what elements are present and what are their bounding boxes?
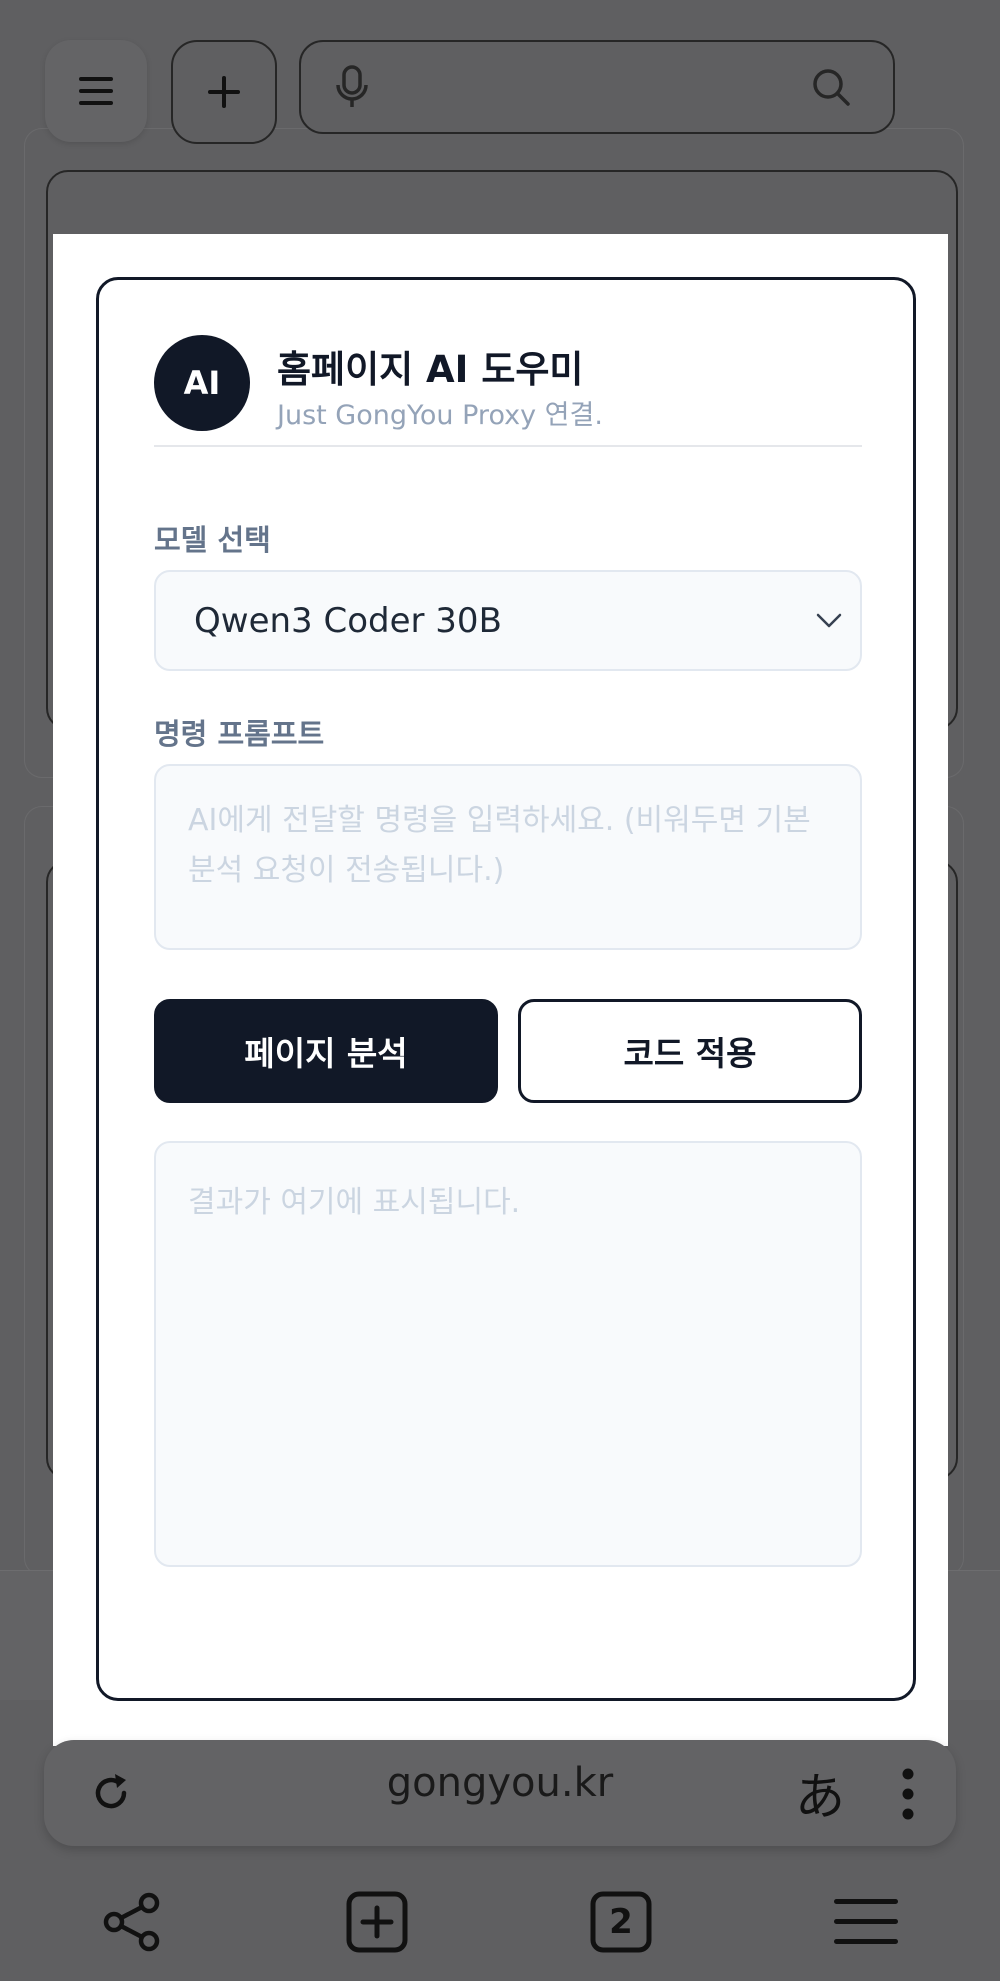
prompt-input[interactable]: AI에게 전달할 명령을 입력하세요. (비워두면 기본 분석 요청이 전송됩니… <box>154 764 862 950</box>
reload-icon <box>95 1774 127 1809</box>
tab-count: 2 <box>609 1902 633 1942</box>
chevron-down-icon <box>816 613 842 627</box>
prompt-label: 명령 프롬프트 <box>154 717 325 751</box>
new-tab-button[interactable] <box>327 1880 427 1964</box>
page-menu-button <box>45 40 147 142</box>
page-add-button <box>171 40 277 144</box>
apply-code-button[interactable]: 코드 적용 <box>518 999 862 1103</box>
tab-switcher-button[interactable]: 2 <box>571 1880 671 1964</box>
page-search-bar <box>299 40 895 134</box>
share-icon <box>103 1892 160 1952</box>
modal-subtitle: Just GongYou Proxy 연결. <box>277 400 603 431</box>
share-button[interactable] <box>82 1880 182 1964</box>
result-output: 결과가 여기에 표시됩니다. <box>154 1141 862 1567</box>
browser-bottom-nav: 2 <box>0 1880 1000 1981</box>
reload-button[interactable] <box>80 1762 142 1824</box>
modal-title: 홈페이지 AI 도우미 <box>277 348 584 391</box>
model-select[interactable]: Qwen3 Coder 30B <box>154 570 862 671</box>
analyze-page-button[interactable]: 페이지 분석 <box>154 999 498 1103</box>
more-vertical-icon <box>902 1768 914 1820</box>
browser-menu-button[interactable] <box>816 1880 916 1964</box>
modal-header: AI 홈페이지 AI 도우미 Just GongYou Proxy 연결. <box>154 335 862 447</box>
hamburger-icon <box>834 1899 898 1944</box>
browser-address-bar: gongyou.kr あ <box>44 1740 956 1846</box>
ai-assistant-modal: AI 홈페이지 AI 도우미 Just GongYou Proxy 연결. 모델… <box>96 277 916 1701</box>
hamburger-icon <box>79 77 113 105</box>
more-options-button[interactable] <box>884 1760 932 1828</box>
add-box-icon <box>346 1891 408 1953</box>
search-icon <box>813 69 850 106</box>
translate-button[interactable]: あ <box>780 1754 860 1832</box>
plus-icon <box>208 76 240 108</box>
model-select-value: Qwen3 Coder 30B <box>194 600 502 641</box>
microphone-icon <box>336 65 368 107</box>
ai-avatar: AI <box>154 335 250 431</box>
model-select-label: 모델 선택 <box>154 523 271 557</box>
